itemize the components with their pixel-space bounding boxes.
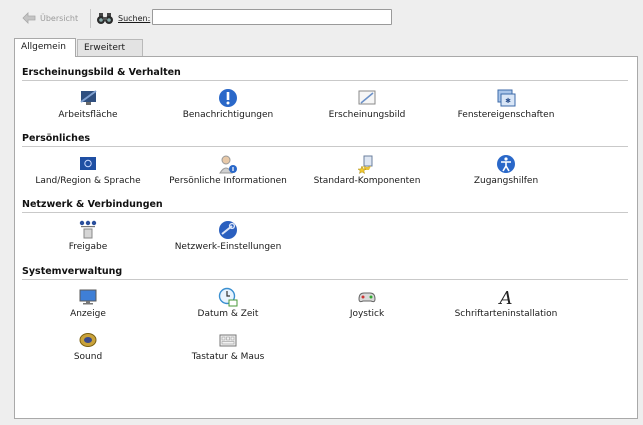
svg-text:✱: ✱ <box>505 97 511 105</box>
item-benachrichtigungen[interactable]: Benachrichtigungen <box>158 88 298 120</box>
keyboard-icon <box>219 334 237 347</box>
window-properties-icon: ✱ <box>497 89 516 107</box>
display-icon <box>79 289 97 305</box>
item-land-region[interactable]: Land/Region & Sprache <box>18 154 158 186</box>
tab-erweitert[interactable]: Erweitert <box>77 39 143 56</box>
item-fenstereigenschaften[interactable]: ✱ Fenstereigenschaften <box>436 88 576 120</box>
tab-allgemein[interactable]: Allgemein <box>14 38 76 57</box>
user-info-icon <box>219 155 237 174</box>
appearance-icon <box>358 90 376 105</box>
flag-icon <box>80 157 96 170</box>
item-label: Datum & Zeit <box>197 309 259 319</box>
tab-erweitert-label: Erweitert <box>84 43 126 53</box>
back-button[interactable]: Übersicht <box>22 11 78 25</box>
font-icon: A <box>498 288 513 307</box>
default-components-icon <box>357 155 373 174</box>
item-joystick[interactable]: Joystick <box>297 287 437 319</box>
item-label: Persönliche Informationen <box>169 176 287 186</box>
svg-text:A: A <box>498 288 513 307</box>
toolbar-separator <box>90 9 91 28</box>
section-title-appearance: Erscheinungsbild & Verhalten <box>22 67 181 78</box>
section-divider <box>22 80 628 81</box>
search-label: Suchen: <box>118 13 151 23</box>
item-label: Tastatur & Maus <box>191 352 265 362</box>
item-sound[interactable]: Sound <box>18 330 158 362</box>
item-label: Fenstereigenschaften <box>457 110 555 120</box>
item-label: Zugangshilfen <box>473 176 539 186</box>
item-label: Erscheinungsbild <box>328 110 406 120</box>
section-title-personal: Persönliches <box>22 133 91 144</box>
item-datum-zeit[interactable]: Datum & Zeit <box>158 287 298 319</box>
item-tastatur-maus[interactable]: Tastatur & Maus <box>158 330 298 362</box>
item-freigabe[interactable]: Freigabe <box>18 220 158 252</box>
network-settings-icon <box>219 221 237 239</box>
item-erscheinungsbild[interactable]: Erscheinungsbild <box>297 88 437 120</box>
gamepad-icon <box>358 292 376 303</box>
item-label: Freigabe <box>68 242 108 252</box>
item-anzeige[interactable]: Anzeige <box>18 287 158 319</box>
search-input[interactable] <box>152 9 392 25</box>
binoculars-icon <box>97 13 113 24</box>
section-divider <box>22 212 628 213</box>
notification-icon <box>219 89 237 107</box>
item-standard-komponenten[interactable]: Standard-Komponenten <box>297 154 437 186</box>
section-divider <box>22 279 628 280</box>
item-zugangshilfen[interactable]: Zugangshilfen <box>436 154 576 186</box>
section-title-system: Systemverwaltung <box>22 266 123 277</box>
item-schriftarteninstallation[interactable]: A Schriftarteninstallation <box>436 287 576 319</box>
search-button[interactable]: Suchen: <box>96 10 150 26</box>
item-label: Netzwerk-Einstellungen <box>174 242 282 252</box>
item-label: Joystick <box>349 309 385 319</box>
item-label: Standard-Komponenten <box>313 176 421 186</box>
tab-allgemein-label: Allgemein <box>21 42 66 52</box>
section-divider <box>22 146 628 147</box>
item-label: Benachrichtigungen <box>182 110 274 120</box>
item-netzwerk-einstellungen[interactable]: Netzwerk-Einstellungen <box>158 220 298 252</box>
speaker-icon <box>79 333 97 347</box>
desktop-icon <box>80 90 97 105</box>
item-label: Arbeitsfläche <box>58 110 118 120</box>
sharing-icon <box>79 220 97 239</box>
item-label: Anzeige <box>70 309 106 319</box>
item-label: Schriftarteninstallation <box>454 309 558 319</box>
item-arbeitsflaeche[interactable]: Arbeitsfläche <box>18 88 158 120</box>
clock-icon <box>218 287 238 307</box>
toolbar: Übersicht Suchen: <box>0 0 643 34</box>
item-persoenliche-informationen[interactable]: Persönliche Informationen <box>158 154 298 186</box>
accessibility-icon <box>497 155 515 173</box>
item-label: Land/Region & Sprache <box>35 176 141 186</box>
section-title-network: Netzwerk & Verbindungen <box>22 199 163 210</box>
item-label: Sound <box>73 352 103 362</box>
back-label: Übersicht <box>40 13 79 23</box>
arrow-left-icon <box>22 12 36 24</box>
